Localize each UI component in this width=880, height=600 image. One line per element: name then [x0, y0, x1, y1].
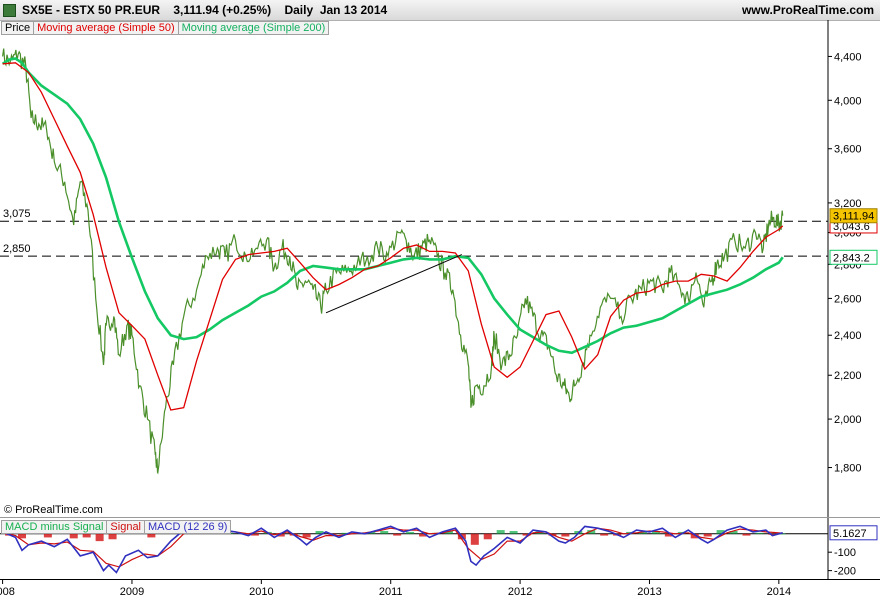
level-label: 3,075	[3, 208, 31, 220]
macd-legend: MACD minus Signal Signal MACD (12 26 9)	[1, 520, 232, 534]
legend-macd-signal[interactable]: Signal	[106, 520, 145, 534]
y-tick-label: 1,800	[834, 463, 862, 475]
legend-ma200[interactable]: Moving average (Simple 200)	[177, 21, 330, 35]
y-tick-label: 2,400	[834, 330, 862, 342]
macd-hist-bar	[43, 533, 52, 538]
macd-hist-bar	[69, 533, 78, 539]
macd-hist-bar	[755, 532, 764, 534]
moving-averages	[1, 57, 784, 411]
macd-hist-bar	[742, 533, 751, 536]
macd-hist-bar	[496, 530, 505, 534]
price-last-label: 3,111.94	[833, 211, 874, 223]
legend-macd-line[interactable]: MACD (12 26 9)	[144, 520, 232, 534]
x-tick-label: 2014	[767, 586, 791, 598]
legend-ma50[interactable]: Moving average (Simple 50)	[33, 21, 179, 35]
y-tick-label: 2,600	[834, 293, 862, 305]
watermark: © ProRealTime.com	[4, 504, 103, 516]
y-tick-label: 2,200	[834, 370, 862, 382]
macd-hist-bar	[147, 533, 156, 538]
x-tick-label: 2011	[379, 586, 403, 598]
macd-y-tick-label: -200	[834, 566, 856, 578]
macd-hist-bar	[302, 533, 311, 538]
y-tick-label: 4,000	[834, 95, 862, 107]
level-label: 2,850	[3, 243, 31, 255]
price-chart[interactable]: 3,0752,850 1,8002,0002,2002,4002,6002,80…	[0, 0, 880, 600]
legend-price[interactable]: Price	[1, 21, 35, 35]
ma50-line	[2, 62, 784, 411]
x-tick-label: 2010	[249, 586, 273, 598]
x-tick-label: 2013	[637, 586, 661, 598]
macd-hist-bar	[82, 533, 91, 538]
horizontal-levels: 3,075 2,850	[0, 208, 828, 257]
macd-hist-bar	[406, 531, 415, 534]
ma200-last-label: 2,843.2	[833, 252, 870, 264]
price-legend: Price Moving average (Simple 50) Moving …	[1, 21, 330, 35]
macd-hist-bar	[561, 533, 570, 537]
macd-hist-bar	[509, 530, 518, 534]
x-tick-label: 2012	[508, 586, 532, 598]
macd-y-axis: -100 -200 5.1627	[828, 525, 878, 578]
y-tick-label: 2,000	[834, 414, 862, 426]
x-tick-label: 2008	[0, 586, 15, 598]
macd-hist-bar	[108, 533, 117, 540]
ma200-line	[1, 57, 784, 355]
chart-frame	[0, 20, 880, 580]
macd-hist-bar	[380, 530, 389, 534]
price-line	[2, 48, 784, 475]
macd-last-label: 5.1627	[833, 528, 867, 540]
trendline-segment	[325, 254, 463, 314]
macd-hist-bar	[600, 533, 609, 536]
macd-hist-bar	[703, 533, 712, 537]
y-tick-label: 4,400	[834, 51, 862, 63]
legend-macd-hist[interactable]: MACD minus Signal	[1, 520, 108, 534]
y-tick-label: 3,600	[834, 144, 862, 156]
macd-y-tick-label: -100	[834, 547, 856, 559]
macd-hist-bar	[483, 533, 492, 540]
price-series	[2, 48, 784, 475]
x-tick-label: 2009	[120, 586, 144, 598]
trendline	[325, 254, 463, 314]
macd-hist-bar	[393, 533, 402, 536]
macd-hist-bar	[95, 533, 104, 542]
macd-hist-bar	[470, 533, 479, 545]
y-tick-label: 3,200	[834, 198, 862, 210]
time-x-axis: 2008 2009 2010 2011 2012 2013 2014	[0, 579, 791, 598]
